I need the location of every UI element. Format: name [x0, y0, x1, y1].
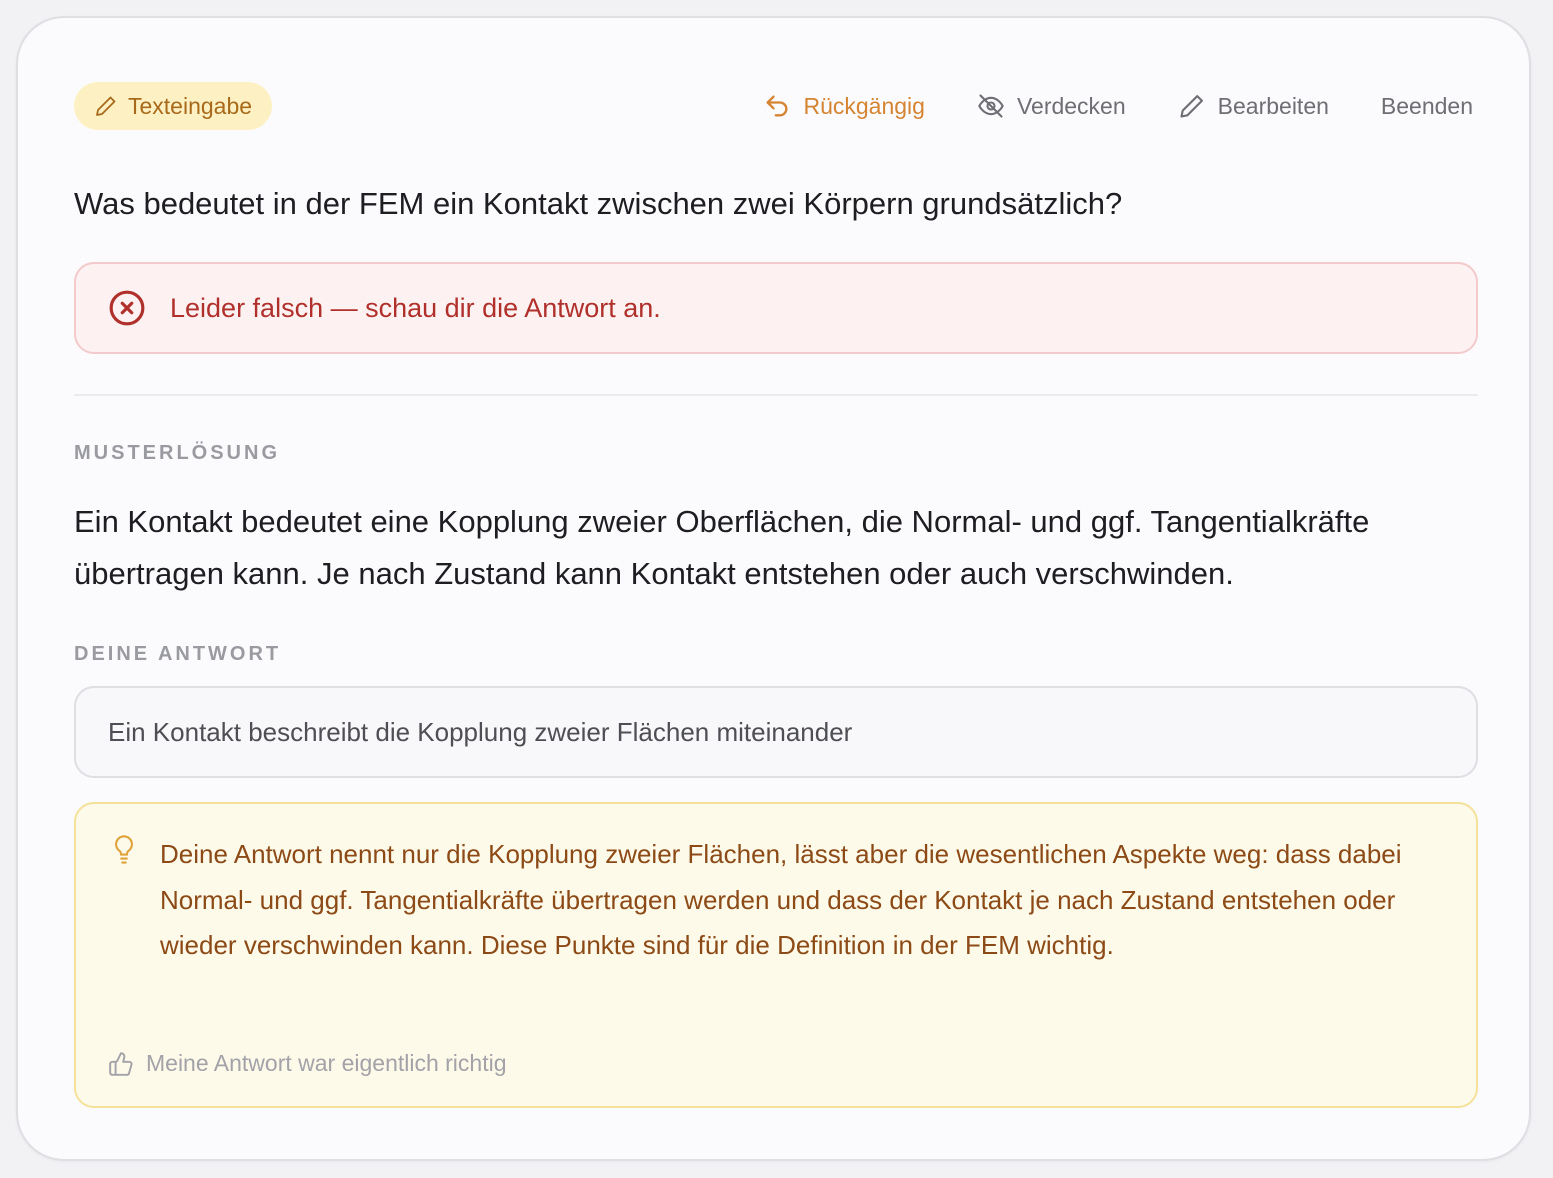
- pencil-icon: [96, 96, 116, 116]
- toolbar: Texteingabe Rückgängig Verdecken Bearbei…: [74, 82, 1473, 130]
- toolbar-actions: Rückgängig Verdecken Bearbeiten Beenden: [763, 92, 1473, 120]
- undo-label: Rückgängig: [803, 92, 925, 119]
- edit-label: Bearbeiten: [1217, 92, 1329, 119]
- finish-button[interactable]: Beenden: [1381, 93, 1473, 120]
- mode-label: Texteingabe: [128, 92, 253, 119]
- eye-off-icon: [978, 94, 1004, 118]
- hide-label: Verdecken: [1016, 92, 1126, 119]
- solution-text: Ein Kontakt bedeutet eine Kopplung zweie…: [74, 504, 1370, 591]
- dispute-label: Meine Antwort war eigentlich richtig: [146, 1050, 507, 1076]
- thumbs-up-icon: [109, 1051, 133, 1076]
- lightbulb-icon: [115, 835, 133, 864]
- hide-button[interactable]: Verdecken: [977, 92, 1126, 120]
- user-answer-box: Ein Kontakt beschreibt die Kopplung zwei…: [74, 686, 1478, 778]
- undo-icon: [766, 95, 788, 117]
- finish-label: Beenden: [1380, 92, 1473, 119]
- question-text: Was bedeutet in der FEM ein Kontakt zwis…: [74, 186, 1123, 221]
- solution-label: MUSTERLÖSUNG: [74, 442, 280, 464]
- user-answer-label: DEINE ANTWORT: [74, 643, 282, 665]
- error-banner: Leider falsch — schau dir die Antwort an…: [74, 262, 1478, 354]
- mode-badge: Texteingabe: [74, 82, 273, 130]
- undo-button[interactable]: Rückgängig: [763, 92, 925, 120]
- feedback-box: Deine Antwort nennt nur die Kopplung zwe…: [74, 802, 1478, 1108]
- pencil-icon: [1180, 95, 1203, 118]
- error-message: Leider falsch — schau dir die Antwort an…: [170, 292, 661, 323]
- divider: [74, 394, 1478, 396]
- x-circle-icon: [109, 290, 145, 326]
- user-answer-text: Ein Kontakt beschreibt die Kopplung zwei…: [108, 716, 853, 747]
- edit-button[interactable]: Bearbeiten: [1178, 92, 1329, 120]
- dispute-button[interactable]: Meine Antwort war eigentlich richtig: [108, 1050, 507, 1077]
- feedback-text: Deine Antwort nennt nur die Kopplung zwe…: [160, 839, 1402, 960]
- quiz-card: Texteingabe Rückgängig Verdecken Bearbei…: [16, 16, 1531, 1161]
